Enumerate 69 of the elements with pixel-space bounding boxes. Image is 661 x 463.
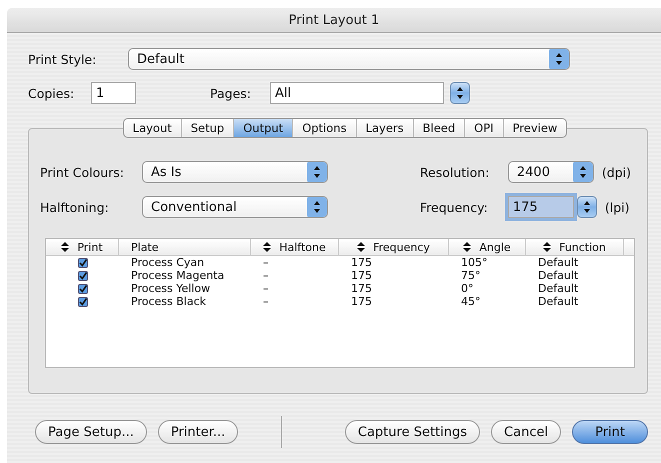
table-cell-text: 175 (350, 282, 373, 295)
pages-field[interactable]: All (270, 82, 444, 104)
stepper-icon (572, 162, 593, 182)
stepper-icon (307, 197, 327, 217)
checkbox[interactable] (78, 296, 88, 306)
push-button[interactable]: Capture Settings (344, 420, 480, 444)
table-cell-text: Default (537, 269, 580, 282)
checkbox[interactable] (78, 270, 88, 280)
stepper-icon (549, 49, 569, 69)
stepper-icon (307, 162, 327, 182)
table-cell-text: – (262, 282, 270, 295)
tab[interactable]: Output (234, 119, 294, 137)
push-button[interactable]: Printer... (158, 420, 238, 444)
table-cell-text: 0° (460, 282, 474, 295)
sort-icon (543, 242, 552, 252)
field-label: Halftoning: (40, 200, 110, 214)
push-button[interactable]: Page Setup... (35, 420, 147, 444)
sort-icon (463, 242, 472, 252)
table-cell-text: 175 (350, 295, 373, 308)
table-cell-text: 175 (350, 256, 373, 269)
table-cell-text: – (262, 269, 270, 282)
unit-label: (lpi) (604, 200, 630, 214)
table-cell-text: Process Magenta (130, 269, 226, 282)
column-header[interactable]: Print (46, 239, 119, 255)
checkbox[interactable] (78, 284, 88, 294)
table-cell-text: Default (537, 256, 580, 269)
unit-label: (dpi) (602, 164, 631, 180)
table-cell-text: 45° (460, 295, 482, 308)
table-cell-text: Process Cyan (130, 256, 206, 269)
print-style-dropdown[interactable]: Default (128, 48, 570, 70)
copies-field[interactable]: 1 (91, 82, 136, 104)
table-cell-text: Process Yellow (130, 282, 212, 295)
push-button[interactable]: Cancel (491, 420, 562, 444)
tab[interactable]: Bleed (414, 119, 466, 137)
table-cell-text: 175 (350, 269, 373, 282)
frequency-field[interactable]: 175 (508, 196, 574, 218)
table-cell-text: – (262, 295, 270, 308)
field-label: Frequency: (420, 200, 489, 214)
sort-icon (357, 242, 366, 252)
tab[interactable]: OPI (465, 119, 504, 137)
table-cell-text: 75° (460, 269, 482, 282)
column-header[interactable]: Function (526, 239, 624, 255)
column-header[interactable]: Angle (449, 239, 526, 255)
column-header[interactable]: Frequency (339, 239, 449, 255)
column-header[interactable]: Plate (119, 239, 251, 255)
field-label: Print Colours: (40, 164, 126, 180)
sort-icon (263, 242, 272, 252)
table-cell-text: Default (537, 282, 580, 295)
push-button[interactable]: Print (572, 420, 648, 444)
print-colours-dropdown[interactable]: As Is (142, 161, 328, 183)
table-cell-text: – (262, 256, 270, 269)
checkbox[interactable] (78, 258, 88, 268)
table-cell-text: Process Black (130, 295, 207, 308)
tab[interactable]: Options (293, 119, 357, 137)
column-header[interactable]: Halftone (251, 239, 339, 255)
window-title: Print Layout 1 (288, 12, 380, 28)
table-cell-text: 105° (460, 256, 488, 269)
pages-stepper[interactable] (450, 82, 470, 104)
tab[interactable]: Preview (504, 119, 566, 137)
field-label: Copies: (28, 86, 76, 100)
field-label: Pages: (210, 86, 252, 100)
resolution-dropdown[interactable]: 2400 (508, 161, 594, 183)
sort-icon (61, 242, 70, 252)
tab[interactable]: Layers (356, 119, 414, 137)
field-label: Print Style: (28, 52, 98, 66)
field-label: Resolution: (420, 164, 490, 180)
halftoning-dropdown[interactable]: Conventional (142, 196, 328, 218)
table-cell-text: Default (537, 295, 580, 308)
frequency-stepper[interactable] (576, 196, 597, 218)
